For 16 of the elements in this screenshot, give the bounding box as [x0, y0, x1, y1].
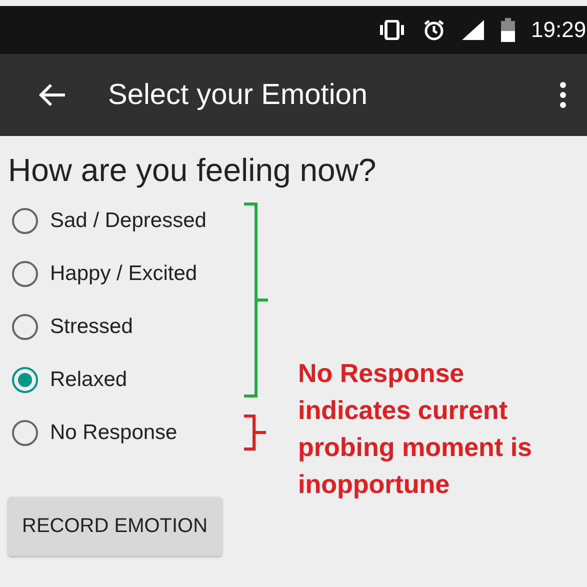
radio-option[interactable]: Happy / Excited [8, 247, 240, 300]
back-arrow-icon[interactable] [38, 83, 66, 107]
screen-title: Select your Emotion [108, 78, 369, 112]
vibrate-icon [377, 20, 407, 40]
radio-option[interactable]: Stressed [8, 300, 240, 353]
radio-option[interactable]: No Response [8, 406, 240, 459]
more-options-icon[interactable] [559, 82, 567, 108]
radio-option[interactable]: Relaxed [8, 353, 240, 406]
question-text: How are you feeling now? [8, 152, 378, 190]
signal-icon [461, 19, 485, 41]
alarm-clock-icon [423, 19, 445, 41]
record-emotion-button[interactable]: RECORD EMOTION [8, 497, 222, 556]
radio-option[interactable]: Sad / Depressed [8, 194, 240, 247]
annotation-note: No Response indicates current probing moment is inopportune [298, 357, 533, 501]
status-time: 19:29 [531, 17, 587, 43]
battery-icon [501, 18, 515, 42]
